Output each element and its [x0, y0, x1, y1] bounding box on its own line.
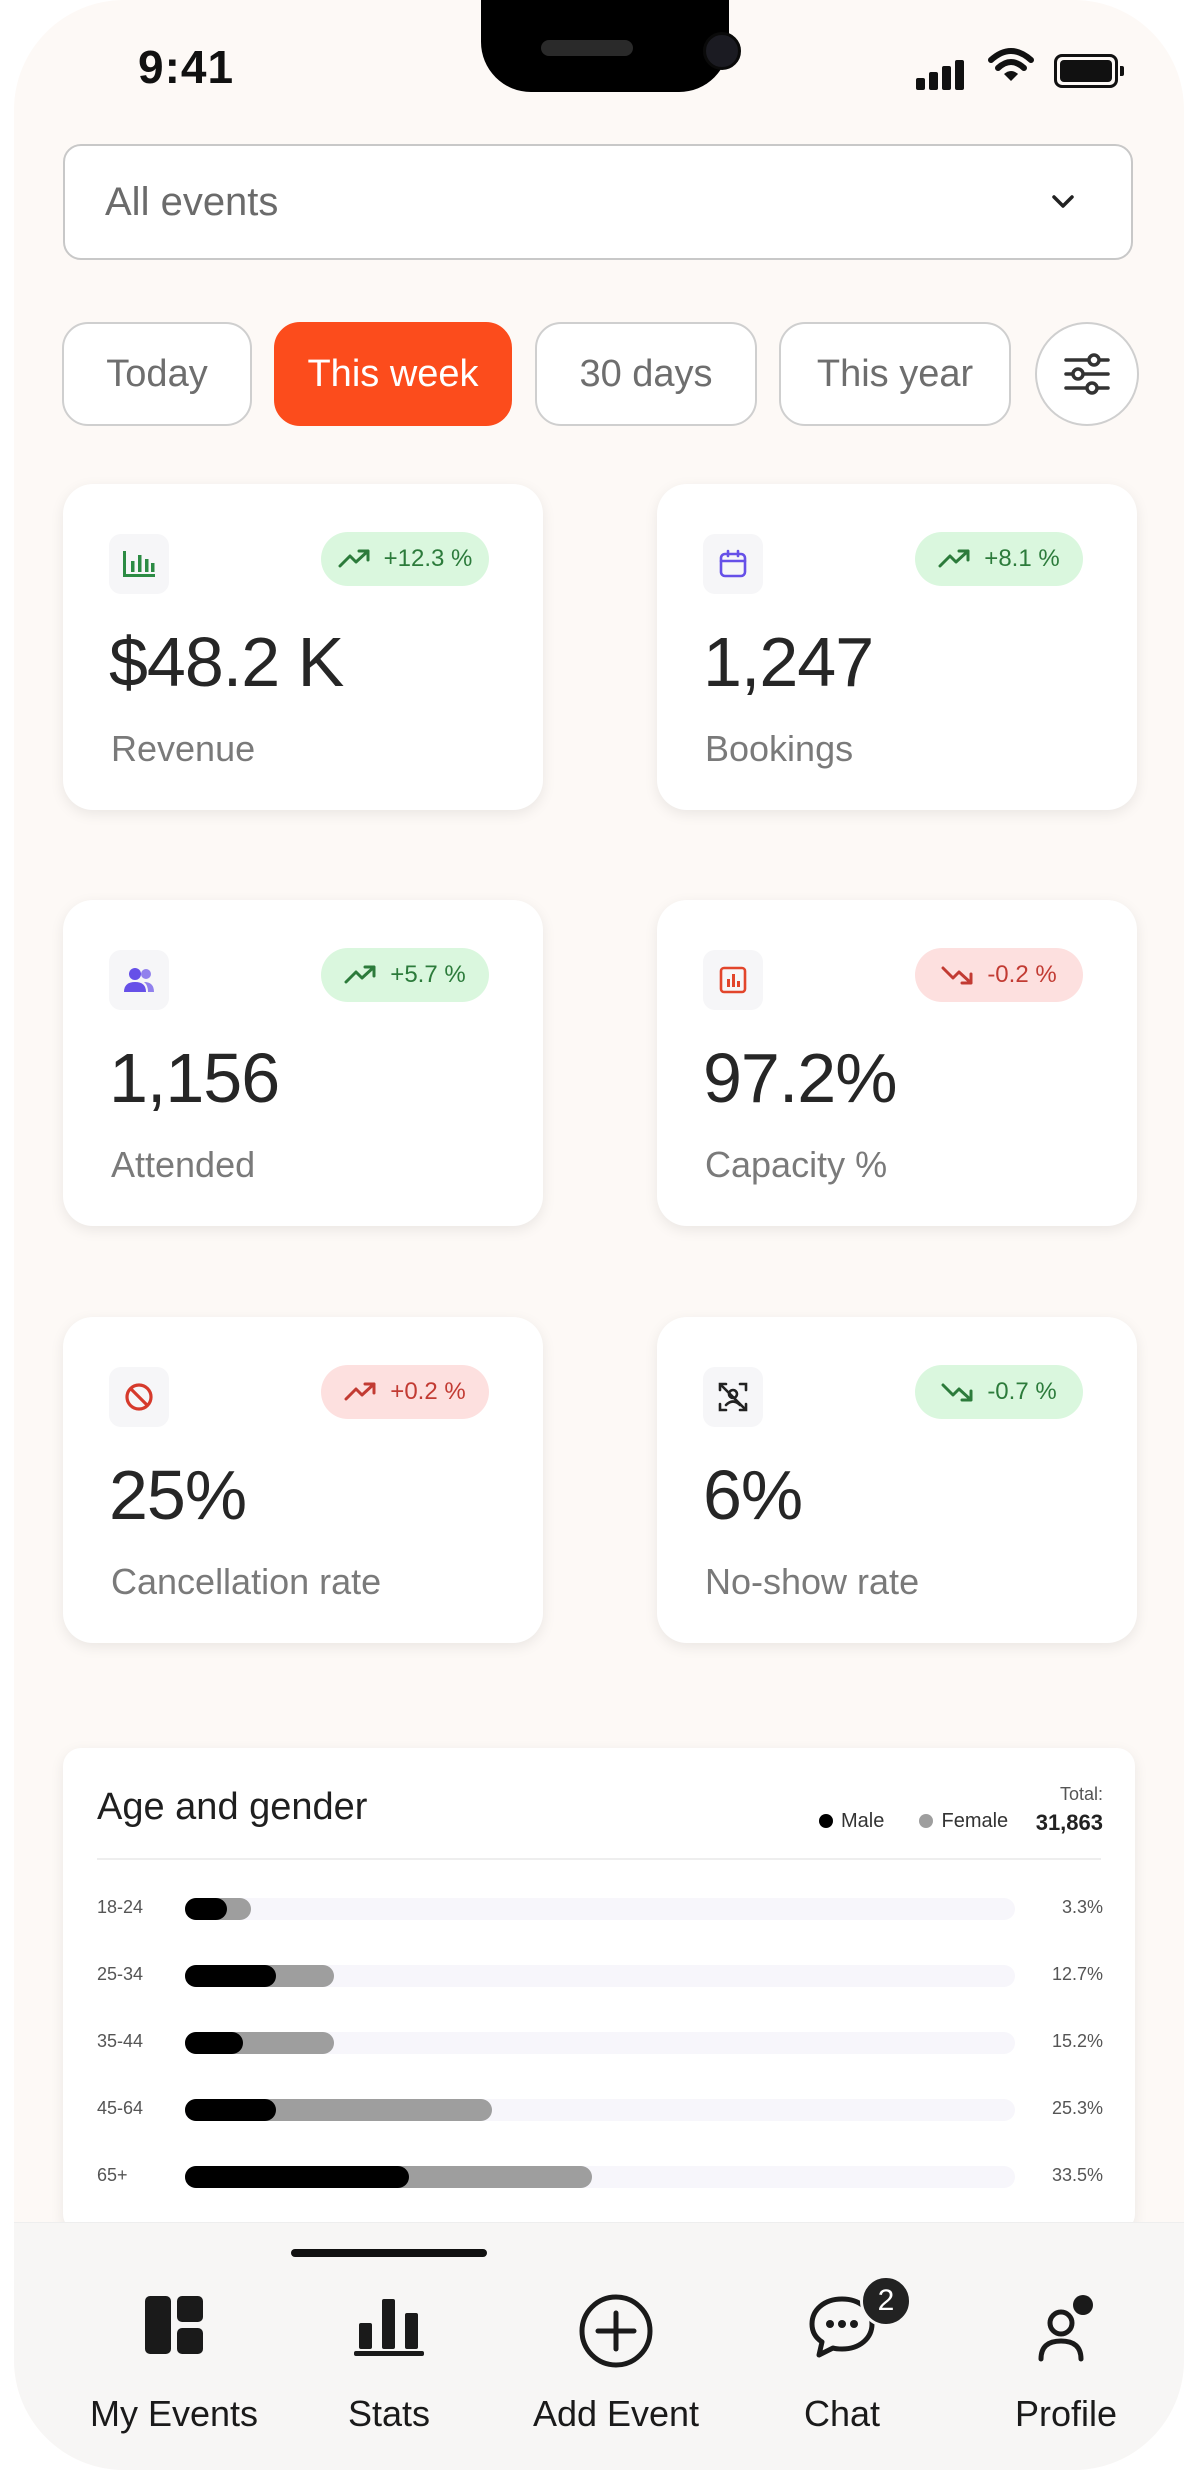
stat-card-revenue[interactable]: +12.3 % $48.2 K Revenue	[63, 484, 543, 810]
male-bar	[185, 1898, 227, 1920]
chart-divider	[97, 1858, 1101, 1860]
stat-card-attended[interactable]: +5.7 % 1,156 Attended	[63, 900, 543, 1226]
stat-label: Attended	[111, 1144, 256, 1185]
tab-stats[interactable]: Stats	[289, 2279, 489, 2449]
period-this-year[interactable]: This year	[779, 322, 1011, 426]
age-group-label: 35-44	[97, 2031, 144, 2051]
age-group-percent: 12.7%	[1051, 1964, 1103, 1984]
tab-label: Add Event	[532, 2393, 700, 2434]
status-icons	[916, 48, 1146, 90]
trend-up-icon	[338, 549, 370, 568]
stat-value: 25%	[109, 1456, 247, 1534]
chart-legend: Male Female	[819, 1810, 1008, 1833]
speaker	[541, 40, 633, 56]
battery-icon	[1054, 54, 1124, 88]
notch	[481, 0, 741, 92]
male-bar	[185, 2166, 410, 2188]
stat-card-no-show[interactable]: -0.7 % 6% No-show rate	[657, 1317, 1137, 1643]
change-badge: -0.7 %	[915, 1365, 1083, 1419]
add-circle-icon	[579, 2294, 653, 2368]
stat-card-cancellation[interactable]: +0.2 % 25% Cancellation rate	[63, 1317, 543, 1643]
tab-chat[interactable]: 2 Chat	[742, 2275, 942, 2449]
stat-label: Cancellation rate	[111, 1561, 382, 1602]
event-select[interactable]: All events	[63, 144, 1133, 260]
legend-female: Female	[941, 1810, 1009, 1832]
change-badge: +8.1 %	[915, 532, 1083, 586]
chat-unread-badge: 2	[860, 2275, 912, 2327]
profile-icon	[1038, 2295, 1093, 2362]
male-bar	[185, 2032, 244, 2054]
active-tab-indicator	[291, 2249, 487, 2257]
stat-card-capacity[interactable]: -0.2 % 97.2% Capacity %	[657, 900, 1137, 1226]
female-legend-dot	[919, 1814, 934, 1828]
event-select-value: All events	[105, 180, 279, 224]
stat-label: Capacity %	[705, 1144, 888, 1185]
stat-label: Bookings	[705, 728, 854, 769]
change-badge: +12.3 %	[321, 532, 489, 586]
age-gender-card: Age and gender Male Female Total: 31,863…	[63, 1748, 1135, 2232]
legend-male: Male	[841, 1810, 885, 1832]
tab-add-event[interactable]: Add Event	[516, 2279, 716, 2449]
age-group-label: 25-34	[97, 1964, 144, 1984]
stat-value: 1,247	[703, 623, 874, 701]
stat-value: 6%	[703, 1456, 803, 1534]
change-badge: -0.2 %	[915, 948, 1083, 1002]
sliders-icon	[1064, 353, 1110, 395]
age-group-percent: 33.5%	[1051, 2165, 1103, 2185]
bar-track	[185, 1898, 1015, 1920]
ban-icon	[109, 1367, 169, 1427]
status-time: 9:41	[138, 41, 235, 93]
filter-button[interactable]	[1035, 322, 1139, 426]
phone-frame: 9:41 All events Today This week 30 days …	[14, 0, 1184, 2470]
age-group-percent: 25.3%	[1051, 2098, 1103, 2118]
tab-label: Chat	[803, 2393, 881, 2434]
no-user-icon	[703, 1367, 763, 1427]
stats-icon	[354, 2299, 424, 2356]
trend-up-icon	[938, 549, 970, 568]
stat-value: 97.2%	[703, 1039, 897, 1117]
trend-down-icon	[941, 1383, 973, 1402]
tab-label: Stats	[347, 2393, 431, 2434]
tab-bar: My Events Stats Add Event 2 Chat Profile	[14, 2222, 1184, 2470]
age-group-label: 65+	[97, 2165, 128, 2185]
age-group-percent: 3.3%	[1061, 1897, 1103, 1917]
age-group-label: 45-64	[97, 2098, 144, 2118]
wifi-icon	[988, 48, 1034, 81]
users-icon	[109, 950, 169, 1010]
stat-value: 1,156	[109, 1039, 280, 1117]
stat-value: $48.2 K	[109, 623, 344, 701]
tab-my-events[interactable]: My Events	[74, 2279, 274, 2449]
trend-down-icon	[941, 966, 973, 985]
chart-box-icon	[703, 950, 763, 1010]
trend-up-icon	[344, 1382, 376, 1401]
male-bar	[185, 1965, 277, 1987]
front-camera	[703, 32, 741, 70]
bar-chart-icon	[109, 534, 169, 594]
stat-label: No-show rate	[705, 1561, 920, 1602]
chevron-down-icon	[1052, 195, 1074, 208]
stat-card-bookings[interactable]: +8.1 % 1,247 Bookings	[657, 484, 1137, 810]
total-label: Total:	[1059, 1784, 1103, 1804]
age-group-percent: 15.2%	[1051, 2031, 1103, 2051]
period-today[interactable]: Today	[62, 322, 252, 426]
tab-profile[interactable]: Profile	[966, 2279, 1166, 2449]
total-value: 31,863	[1035, 1810, 1103, 1835]
male-legend-dot	[819, 1814, 833, 1828]
change-badge: +5.7 %	[321, 948, 489, 1002]
age-group-label: 18-24	[97, 1897, 144, 1917]
dashboard-icon	[145, 2296, 203, 2354]
trend-up-icon	[344, 965, 376, 984]
chart-title: Age and gender	[97, 1786, 368, 1828]
tab-label: My Events	[89, 2393, 259, 2434]
change-badge: +0.2 %	[321, 1365, 489, 1419]
male-bar	[185, 2099, 277, 2121]
tab-label: Profile	[1014, 2393, 1118, 2434]
period-30-days[interactable]: 30 days	[535, 322, 757, 426]
stat-label: Revenue	[111, 728, 256, 769]
calendar-icon	[703, 534, 763, 594]
period-this-week[interactable]: This week	[274, 322, 512, 426]
